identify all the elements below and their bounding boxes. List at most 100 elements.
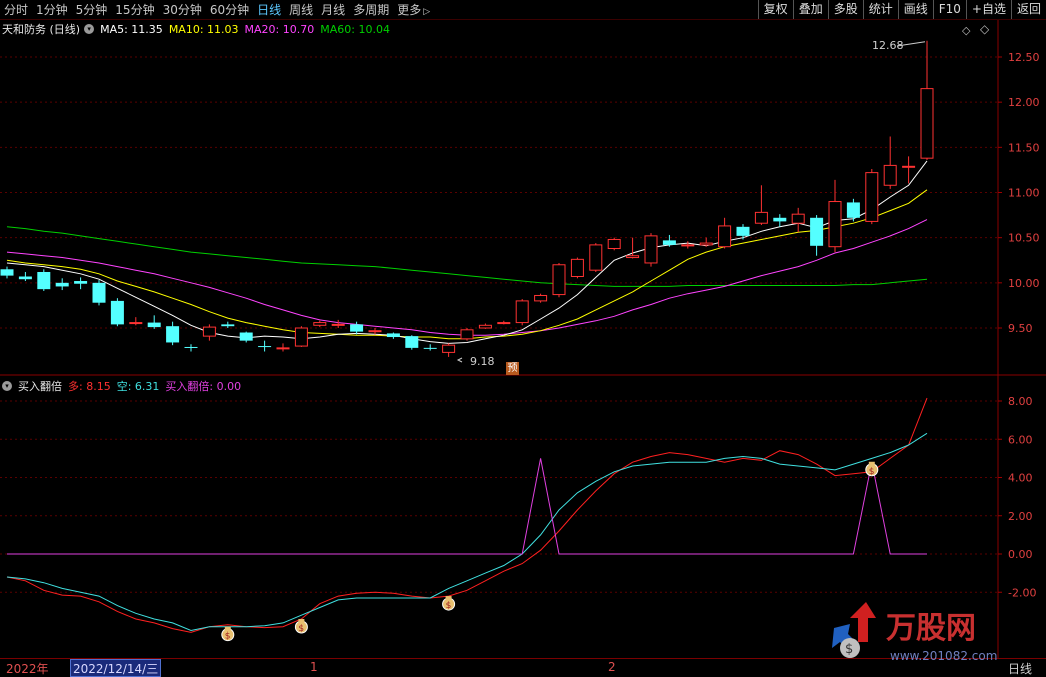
chart-canvas[interactable]: 9.5010.0010.5011.0011.5012.0012.50-2.000… <box>0 0 1046 675</box>
candle-body <box>184 346 198 348</box>
money-bag-top <box>224 626 231 631</box>
ma10-label: MA10: 11.03 <box>168 22 239 36</box>
toolbar-button-4[interactable]: 画线 <box>897 0 933 19</box>
cursor-date: 2022/12/14/三 <box>70 659 162 677</box>
candle-body <box>810 217 824 246</box>
diamond-icon[interactable]: ◇ <box>962 24 970 37</box>
candle-body <box>129 322 143 325</box>
toolbar-button-3[interactable]: 统计 <box>862 0 898 19</box>
toolbar-button-2[interactable]: 多股 <box>827 0 863 19</box>
forecast-badge[interactable]: 预 <box>506 362 519 375</box>
candle-body <box>589 244 603 271</box>
month-label-2: 2 <box>608 660 616 674</box>
candle-body <box>423 347 437 349</box>
candle-body <box>902 165 916 168</box>
indicator-settings-icon[interactable]: ▾ <box>2 381 12 391</box>
candle-body <box>55 282 69 287</box>
period-tab-7[interactable]: 周线 <box>285 1 317 18</box>
ma5-label: MA5: 11.35 <box>100 22 163 36</box>
ma60-line <box>6 226 928 287</box>
sub-tick-label: 0.00 <box>1008 548 1033 561</box>
sub-series-2 <box>7 458 927 555</box>
indicator-title[interactable]: 买入翻倍 <box>18 378 62 394</box>
kong-label: 空: 6.31 <box>116 380 160 393</box>
period-tab-10[interactable]: 更多 ▷ <box>393 1 434 18</box>
expand-icon[interactable]: ◇ <box>980 22 989 36</box>
toolbar-button-6[interactable]: +自选 <box>965 0 1011 19</box>
candle-body <box>552 264 566 296</box>
sub-series-0 <box>6 397 928 633</box>
period-tab-1[interactable]: 1分钟 <box>32 1 72 18</box>
year-label: 2022年 <box>6 662 49 676</box>
money-bag-top <box>868 461 875 466</box>
candle-body <box>74 281 88 284</box>
toolbar-button-5[interactable]: F10 <box>932 0 966 19</box>
low-arrow <box>456 357 463 363</box>
money-bag-icon <box>221 628 235 642</box>
candle-body <box>570 258 584 278</box>
candle-body <box>754 211 768 224</box>
candle-body <box>166 326 180 343</box>
main-tick-label: 10.50 <box>1008 232 1040 245</box>
ma20-line <box>6 219 928 336</box>
month-label-1: 1 <box>310 660 318 674</box>
sub-tick-label: 6.00 <box>1008 433 1033 446</box>
candle-body <box>478 324 492 329</box>
ma5-line <box>6 160 928 344</box>
period-tab-6[interactable]: 日线 <box>253 1 285 18</box>
watermark-url: www.201082.com <box>890 649 997 663</box>
candle-body <box>147 322 161 328</box>
candle-body <box>0 269 14 276</box>
candle-body <box>18 276 32 280</box>
main-tick-label: 11.50 <box>1008 141 1040 154</box>
money-bag-symbol: $ <box>869 467 875 477</box>
period-tab-3[interactable]: 15分钟 <box>111 1 158 18</box>
candle-body <box>791 213 805 224</box>
watermark-name: 万股网 <box>886 611 976 646</box>
candle-body <box>644 235 658 264</box>
money-bag-top <box>445 596 452 601</box>
period-tab-0[interactable]: 分时 <box>0 1 32 18</box>
sub-tick-label: 4.00 <box>1008 472 1033 485</box>
low-price-label: 9.18 <box>470 355 495 368</box>
candle-body <box>718 225 732 248</box>
candle-body <box>258 346 272 348</box>
stock-title[interactable]: 天和防务 (日线) <box>2 21 80 37</box>
candle-body <box>736 226 750 236</box>
candle-body <box>773 217 787 222</box>
candle-body <box>239 332 253 341</box>
candle-body <box>92 282 106 303</box>
candle-body <box>368 330 382 333</box>
candle-body <box>442 344 456 353</box>
candle-body <box>920 88 934 159</box>
settings-icon[interactable]: ▾ <box>84 24 95 34</box>
money-bag-top <box>298 619 305 624</box>
ma10-line <box>6 189 928 340</box>
svg-text:$: $ <box>845 642 853 657</box>
candle-body <box>699 242 713 246</box>
candle-body <box>883 164 897 186</box>
watermark-logo: $ 万股网 www.201082.com <box>828 598 1028 668</box>
money-bag-symbol: $ <box>225 632 231 642</box>
toolbar-button-7[interactable]: 返回 <box>1010 0 1046 19</box>
money-bag-icon <box>442 597 456 611</box>
signal-label: 买入翻倍: 0.00 <box>165 380 242 393</box>
main-legend: 天和防务 (日线) ▾ MA5: 11.35 MA10: 11.03 MA20:… <box>2 21 396 37</box>
period-tab-8[interactable]: 月线 <box>317 1 349 18</box>
candle-body <box>37 271 51 290</box>
candle-body <box>202 326 216 337</box>
period-tab-9[interactable]: 多周期 <box>349 1 393 18</box>
candle-body <box>331 323 345 326</box>
candle-body <box>350 324 364 332</box>
toolbar-button-1[interactable]: 叠加 <box>792 0 828 19</box>
main-tick-label: 12.00 <box>1008 96 1040 109</box>
candle-body <box>110 300 124 325</box>
sub-tick-label: 2.00 <box>1008 510 1033 523</box>
logo-icon: $ 万股网 www.201082.com <box>832 602 997 663</box>
period-tab-2[interactable]: 5分钟 <box>72 1 112 18</box>
ma20-label: MA20: 10.70 <box>244 22 315 36</box>
toolbar-button-0[interactable]: 复权 <box>757 0 793 19</box>
period-tab-4[interactable]: 30分钟 <box>159 1 206 18</box>
period-tab-5[interactable]: 60分钟 <box>206 1 253 18</box>
candle-body <box>294 327 308 347</box>
